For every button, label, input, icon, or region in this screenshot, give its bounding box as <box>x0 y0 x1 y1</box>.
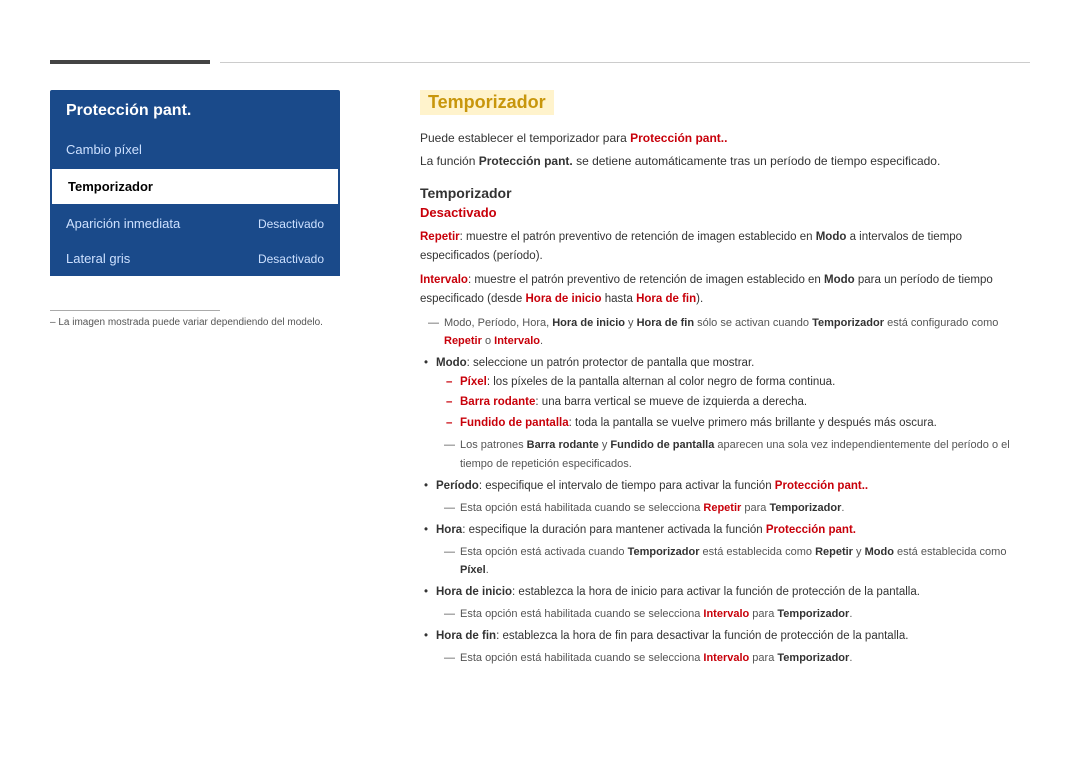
sidebar-item-value: Desactivado <box>258 252 324 266</box>
intro-line-2: La función Protección pant. se detiene a… <box>420 152 1030 171</box>
bullet-hora: Hora: especifique la duración para mante… <box>436 521 1030 579</box>
sidebar-item-cambio-pixel[interactable]: Cambio píxel <box>50 132 340 167</box>
sub-bullet-fundido: Fundido de pantalla: toda la pantalla se… <box>460 414 1030 433</box>
intro-line-1: Puede establecer el temporizador para Pr… <box>420 129 1030 148</box>
sidebar-item-label: Lateral gris <box>66 251 130 266</box>
top-line-light <box>220 62 1030 63</box>
bullet-hora-inicio: Hora de inicio: establezca la hora de in… <box>436 583 1030 623</box>
note-hora-fin: Esta opción está habilitada cuando se se… <box>448 649 1030 667</box>
note-hora-inicio: Esta opción está habilitada cuando se se… <box>448 605 1030 623</box>
sidebar-title: Protección pant. <box>50 90 340 132</box>
main-content: Temporizador Puede establecer el tempori… <box>420 90 1030 671</box>
sidebar: Protección pant. Cambio píxel Temporizad… <box>50 90 340 276</box>
note-periodo: Esta opción está habilitada cuando se se… <box>448 499 1030 517</box>
sidebar-item-aparicion-inmediata[interactable]: Aparición inmediata Desactivado <box>50 206 340 241</box>
sidebar-note: – La imagen mostrada puede variar depend… <box>50 310 340 328</box>
sidebar-item-lateral-gris[interactable]: Lateral gris Desactivado <box>50 241 340 276</box>
sidebar-item-label: Aparición inmediata <box>66 216 180 231</box>
sidebar-note-divider <box>50 310 220 311</box>
sidebar-item-label: Cambio píxel <box>66 142 142 157</box>
section-subtitle: Desactivado <box>420 205 1030 220</box>
top-line-dark <box>50 60 210 64</box>
intro-text-1: Puede establecer el temporizador para <box>420 131 630 145</box>
sub-bullet-barra: Barra rodante: una barra vertical se mue… <box>460 393 1030 412</box>
main-title: Temporizador <box>420 90 554 115</box>
intervalo-label: Intervalo <box>420 274 468 286</box>
sidebar-item-temporizador[interactable]: Temporizador <box>50 167 340 206</box>
repetir-label: Repetir <box>420 231 460 243</box>
intro-bold-2: Protección pant. <box>479 154 573 168</box>
bullet-modo: Modo: seleccione un patrón protector de … <box>436 354 1030 473</box>
intro-text-2a: La función <box>420 154 479 168</box>
content-block: Repetir: muestre el patrón preventivo de… <box>420 228 1030 667</box>
intro-text-2b: se detiene automáticamente tras un perío… <box>573 154 941 168</box>
bullet-periodo: Período: especifique el intervalo de tie… <box>436 477 1030 517</box>
sub-bullet-pixel: Píxel: los píxeles de la pantalla altern… <box>460 373 1030 392</box>
section-title: Temporizador <box>420 185 1030 201</box>
bullet-hora-fin: Hora de fin: establezca la hora de fin p… <box>436 627 1030 667</box>
sidebar-note-text: – La imagen mostrada puede variar depend… <box>50 317 340 328</box>
sidebar-item-value: Desactivado <box>258 217 324 231</box>
repetir-line: Repetir: muestre el patrón preventivo de… <box>420 228 1030 266</box>
intro-bold-1: Protección pant.. <box>630 131 727 145</box>
note-modo-periodo: Modo, Período, Hora, Hora de inicio y Ho… <box>432 314 1030 350</box>
intervalo-line: Intervalo: muestre el patrón preventivo … <box>420 271 1030 309</box>
top-decorative-lines <box>50 60 1030 64</box>
sidebar-item-label: Temporizador <box>68 179 153 194</box>
note-barra-fundido: Los patrones Barra rodante y Fundido de … <box>448 436 1030 472</box>
note-hora: Esta opción está activada cuando Tempori… <box>448 543 1030 579</box>
